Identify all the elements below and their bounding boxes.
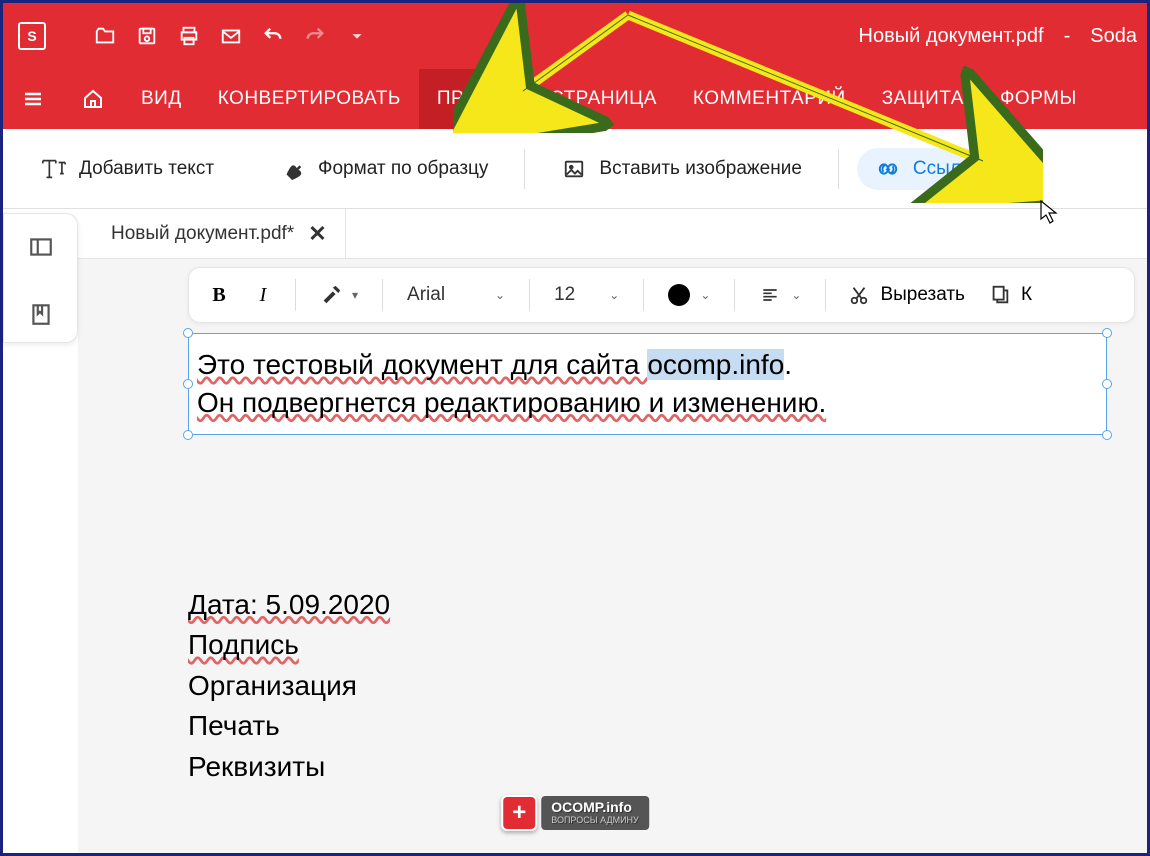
align-button[interactable]: ⌄ — [749, 285, 811, 305]
chevron-down-icon: ⌄ — [609, 288, 619, 302]
separator — [382, 279, 383, 311]
format-painter-label: Формат по образцу — [318, 158, 488, 180]
app-logo: S — [18, 22, 46, 50]
bold-button[interactable]: B — [201, 277, 237, 313]
link-button[interactable]: Ссылка — [857, 148, 998, 190]
watermark-text: OCOMP.info ВОПРОСЫ АДМИНУ — [541, 796, 649, 829]
separator — [295, 279, 296, 311]
separator — [1016, 149, 1017, 189]
chevron-down-icon: ⌄ — [791, 288, 801, 302]
document-text-line[interactable]: Это тестовый документ для сайта ocomp.in… — [197, 346, 1098, 384]
font-name: Arial — [407, 284, 445, 306]
font-size-selector[interactable]: 12 ⌄ — [544, 284, 629, 306]
save-icon[interactable] — [132, 21, 162, 51]
menu-comment[interactable]: КОММЕНТАРИЙ — [675, 69, 864, 129]
document-text-line[interactable]: Организация — [188, 666, 1107, 707]
bookmarks-icon[interactable] — [28, 301, 54, 332]
menu-page[interactable]: СТРАНИЦА — [532, 69, 675, 129]
side-panel — [3, 213, 78, 343]
close-tab-icon[interactable]: ✕ — [308, 221, 326, 247]
color-swatch — [668, 284, 690, 306]
panels-icon[interactable] — [28, 234, 54, 265]
document-text-line[interactable]: Реквизиты — [188, 747, 1107, 788]
highlight-button[interactable]: ▾ — [310, 284, 368, 306]
document-area: Новый документ.pdf* ✕ B I ▾ Arial ⌄ 12 — [78, 209, 1147, 853]
document-title: Новый документ.pdf — [859, 25, 1044, 48]
add-text-label: Добавить текст — [79, 158, 214, 180]
menu-convert[interactable]: КОНВЕРТИРОВАТЬ — [200, 69, 419, 129]
more-dropdown-icon[interactable] — [342, 21, 372, 51]
mail-icon[interactable] — [216, 21, 246, 51]
italic-button[interactable]: I — [245, 277, 281, 313]
menu-view[interactable]: ВИД — [123, 69, 200, 129]
separator — [529, 279, 530, 311]
tab-label: Новый документ.pdf* — [111, 223, 294, 245]
document-tabs: Новый документ.pdf* ✕ — [3, 209, 1147, 259]
copy-label-prefix: К — [1021, 284, 1032, 306]
window-title: Новый документ.pdf - Soda — [859, 3, 1137, 69]
separator — [643, 279, 644, 311]
hamburger-icon[interactable] — [3, 69, 63, 129]
separator — [734, 279, 735, 311]
app-brand: Soda — [1090, 25, 1137, 48]
chevron-down-icon: ⌄ — [700, 288, 710, 302]
chevron-down-icon: ⌄ — [495, 288, 505, 302]
open-icon[interactable] — [90, 21, 120, 51]
watermark: + OCOMP.info ВОПРОСЫ АДМИНУ — [501, 795, 649, 831]
chevron-down-icon: ▾ — [352, 288, 358, 302]
insert-image-button[interactable]: Вставить изображение — [543, 148, 819, 190]
watermark-icon: + — [501, 795, 537, 831]
document-tab[interactable]: Новый документ.pdf* ✕ — [93, 209, 346, 259]
document-text-line[interactable]: Дата: 5.09.2020 — [188, 585, 390, 626]
menu-protect[interactable]: ЗАЩИТА — [864, 69, 982, 129]
selection-handle[interactable] — [183, 328, 193, 338]
menu-forms[interactable]: ФОРМЫ — [982, 69, 1095, 129]
page-canvas[interactable]: Это тестовый документ для сайта ocomp.in… — [78, 323, 1147, 853]
copy-button[interactable]: К — [981, 284, 1040, 306]
insert-image-label: Вставить изображение — [599, 158, 801, 180]
document-text-line[interactable]: Печать — [188, 706, 1107, 747]
separator — [524, 149, 525, 189]
redo-icon[interactable] — [300, 21, 330, 51]
selection-handle[interactable] — [1102, 430, 1112, 440]
highlighted-text: ocomp.info — [647, 349, 784, 380]
selection-handle[interactable] — [1102, 328, 1112, 338]
menu-edit[interactable]: ПРАВКА — [419, 69, 532, 129]
selection-handle[interactable] — [183, 430, 193, 440]
separator — [825, 279, 826, 311]
main-menu: ВИД КОНВЕРТИРОВАТЬ ПРАВКА СТРАНИЦА КОММЕ… — [3, 69, 1147, 129]
link-label: Ссылка — [913, 158, 980, 180]
quick-access-toolbar: S Новый документ.pdf - Soda — [3, 3, 1147, 69]
edit-toolbar: Добавить текст Формат по образцу Вставит… — [3, 129, 1147, 209]
document-text-block[interactable]: Дата: 5.09.2020 Подпись Организация Печа… — [188, 585, 1107, 788]
selection-handle[interactable] — [183, 379, 193, 389]
document-text-line[interactable]: Он подвергнется редактированию и изменен… — [197, 384, 1098, 422]
add-text-button[interactable]: Добавить текст — [23, 148, 232, 190]
undo-icon[interactable] — [258, 21, 288, 51]
document-text-line[interactable]: Подпись — [188, 625, 299, 666]
format-toolbar: B I ▾ Arial ⌄ 12 ⌄ ⌄ — [188, 267, 1135, 323]
cut-button[interactable]: Вырезать — [840, 284, 973, 306]
color-picker[interactable]: ⌄ — [658, 284, 720, 306]
home-icon[interactable] — [63, 69, 123, 129]
font-selector[interactable]: Arial ⌄ — [397, 284, 515, 306]
text-selection-box[interactable]: Это тестовый документ для сайта ocomp.in… — [188, 333, 1107, 435]
format-painter-button[interactable]: Формат по образцу — [262, 148, 506, 190]
font-size: 12 — [554, 284, 575, 306]
content-area: Новый документ.pdf* ✕ B I ▾ Arial ⌄ 12 — [3, 209, 1147, 853]
selection-handle[interactable] — [1102, 379, 1112, 389]
separator — [838, 149, 839, 189]
cut-label: Вырезать — [880, 284, 965, 306]
print-icon[interactable] — [174, 21, 204, 51]
